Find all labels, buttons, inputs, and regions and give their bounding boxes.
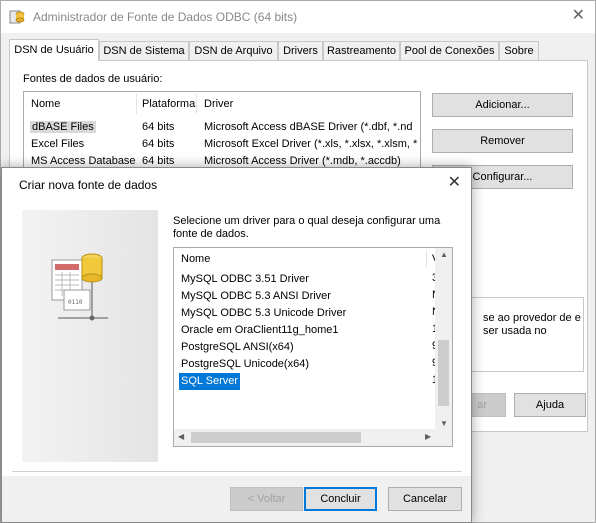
row-name: Excel Files: [31, 138, 85, 150]
scroll-right-icon[interactable]: ▶: [425, 432, 431, 442]
column-divider: [426, 250, 427, 268]
vertical-scrollbar[interactable]: ▲ ▼: [435, 248, 452, 431]
close-icon[interactable]: ✕: [448, 173, 461, 193]
title-bar: Administrador de Fonte de Dados ODBC (64…: [1, 1, 595, 33]
window-title: Administrador de Fonte de Dados ODBC (64…: [33, 10, 298, 24]
tab-tracing[interactable]: Rastreamento: [323, 41, 400, 61]
tab-drivers[interactable]: Drivers: [278, 41, 323, 61]
horizontal-scrollbar[interactable]: ◀ ▶: [174, 429, 452, 446]
user-dsn-label: Fontes de dados de usuário:: [23, 73, 163, 85]
row-platform: 64 bits: [142, 138, 175, 150]
scroll-thumb[interactable]: [438, 340, 449, 406]
svg-text:0110: 0110: [68, 299, 83, 306]
tab-system-dsn[interactable]: DSN de Sistema: [99, 41, 189, 61]
list-item[interactable]: Oracle em OraClient11g_home1: [181, 322, 339, 339]
list-item-selected[interactable]: SQL Server: [179, 373, 241, 390]
info-text: se ao provedor de e ser usada no: [483, 312, 581, 337]
column-name[interactable]: Nome: [181, 253, 210, 265]
tab-connection-pool[interactable]: Pool de Conexões: [400, 41, 499, 61]
column-driver[interactable]: Driver: [204, 98, 233, 110]
cancel-button[interactable]: Cancelar: [388, 487, 462, 511]
help-button[interactable]: Ajuda: [514, 393, 586, 417]
list-item[interactable]: MySQL ODBC 3.51 Driver: [181, 271, 309, 288]
odbc-app-icon: [9, 10, 25, 24]
list-item[interactable]: PostgreSQL Unicode(x64): [181, 356, 309, 373]
row-name: MS Access Database: [31, 155, 136, 167]
finish-button[interactable]: Concluir: [304, 487, 377, 511]
scroll-left-icon[interactable]: ◀: [178, 432, 184, 442]
row-driver: Microsoft Access dBASE Driver (*.dbf, *.…: [204, 121, 413, 133]
row-name: dBASE Files: [30, 121, 96, 133]
database-driver-icon: 0110: [51, 253, 108, 321]
tab-file-dsn[interactable]: DSN de Arquivo: [189, 41, 278, 61]
column-divider: [196, 94, 197, 114]
row-platform: 64 bits: [142, 155, 175, 167]
dialog-title: Criar nova fonte de dados: [19, 178, 158, 192]
wizard-art-panel: 0110: [22, 210, 158, 462]
table-row[interactable]: Excel Files 64 bits Microsoft Excel Driv…: [24, 136, 420, 153]
add-button[interactable]: Adicionar...: [432, 93, 573, 117]
remove-button[interactable]: Remover: [432, 129, 573, 153]
row-platform: 64 bits: [142, 121, 175, 133]
dialog-body: 0110 Selecione um driver para o qual des…: [2, 200, 471, 476]
column-divider: [136, 94, 137, 114]
column-platform[interactable]: Plataforma: [142, 98, 195, 110]
instruction-text: Selecione um driver para o qual deseja c…: [173, 215, 441, 240]
list-item[interactable]: MySQL ODBC 5.3 Unicode Driver: [181, 305, 346, 322]
create-data-source-dialog: Criar nova fonte de dados ✕ 0110 Selecio…: [1, 167, 472, 523]
back-button[interactable]: < Voltar: [230, 487, 303, 511]
dialog-title-bar: Criar nova fonte de dados ✕: [2, 168, 471, 200]
list-header: Nome V: [174, 248, 452, 270]
row-driver: Microsoft Excel Driver (*.xls, *.xlsx, *…: [204, 138, 418, 150]
tab-user-dsn[interactable]: DSN de Usuário: [9, 39, 99, 61]
close-icon[interactable]: ✕: [572, 6, 585, 26]
column-name[interactable]: Nome: [31, 98, 60, 110]
scroll-thumb[interactable]: [191, 432, 361, 443]
table-row[interactable]: dBASE Files 64 bits Microsoft Access dBA…: [24, 119, 420, 136]
row-driver: Microsoft Access Driver (*.mdb, *.accdb): [204, 155, 401, 167]
tab-about[interactable]: Sobre: [499, 41, 539, 61]
list-header: Nome Plataforma Driver: [24, 92, 420, 116]
scroll-down-icon[interactable]: ▼: [440, 419, 448, 429]
divider: [12, 471, 462, 472]
driver-list[interactable]: Nome V MySQL ODBC 3.51 Driver MySQL ODBC…: [173, 247, 453, 447]
scroll-up-icon[interactable]: ▲: [440, 250, 448, 260]
list-item[interactable]: PostgreSQL ANSI(x64): [181, 339, 294, 356]
list-item[interactable]: MySQL ODBC 5.3 ANSI Driver: [181, 288, 331, 305]
